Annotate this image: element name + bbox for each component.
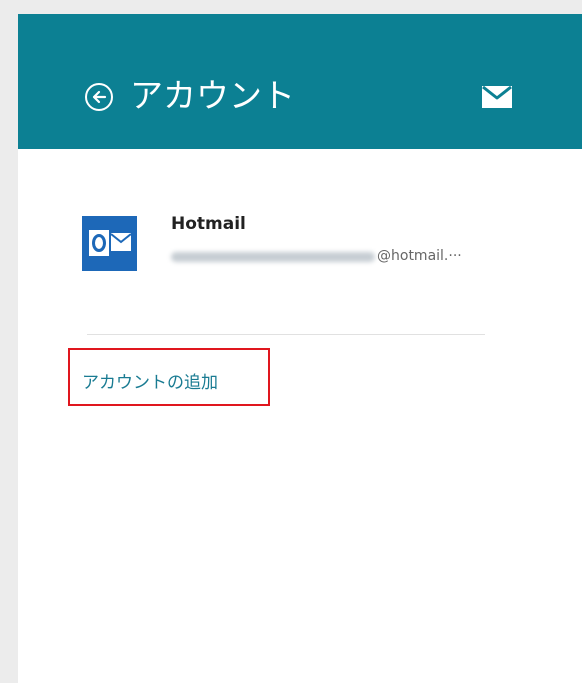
back-arrow-icon[interactable] — [84, 82, 114, 112]
account-item-hotmail[interactable]: Hotmail @hotmail.··· — [82, 210, 502, 292]
divider — [87, 334, 485, 335]
add-account-link[interactable]: アカウントの追加 — [82, 372, 218, 394]
account-name: Hotmail — [171, 214, 246, 234]
header-bar: アカウント — [18, 14, 582, 149]
account-email-domain: @hotmail.··· — [377, 248, 462, 264]
outlook-icon — [82, 216, 137, 271]
accounts-panel: アカウント Hotmail @hotmail.··· アカウントの追加 — [18, 14, 582, 683]
blurred-email-username — [171, 252, 375, 262]
page-title: アカウント — [130, 76, 295, 115]
mail-icon[interactable] — [482, 86, 512, 108]
